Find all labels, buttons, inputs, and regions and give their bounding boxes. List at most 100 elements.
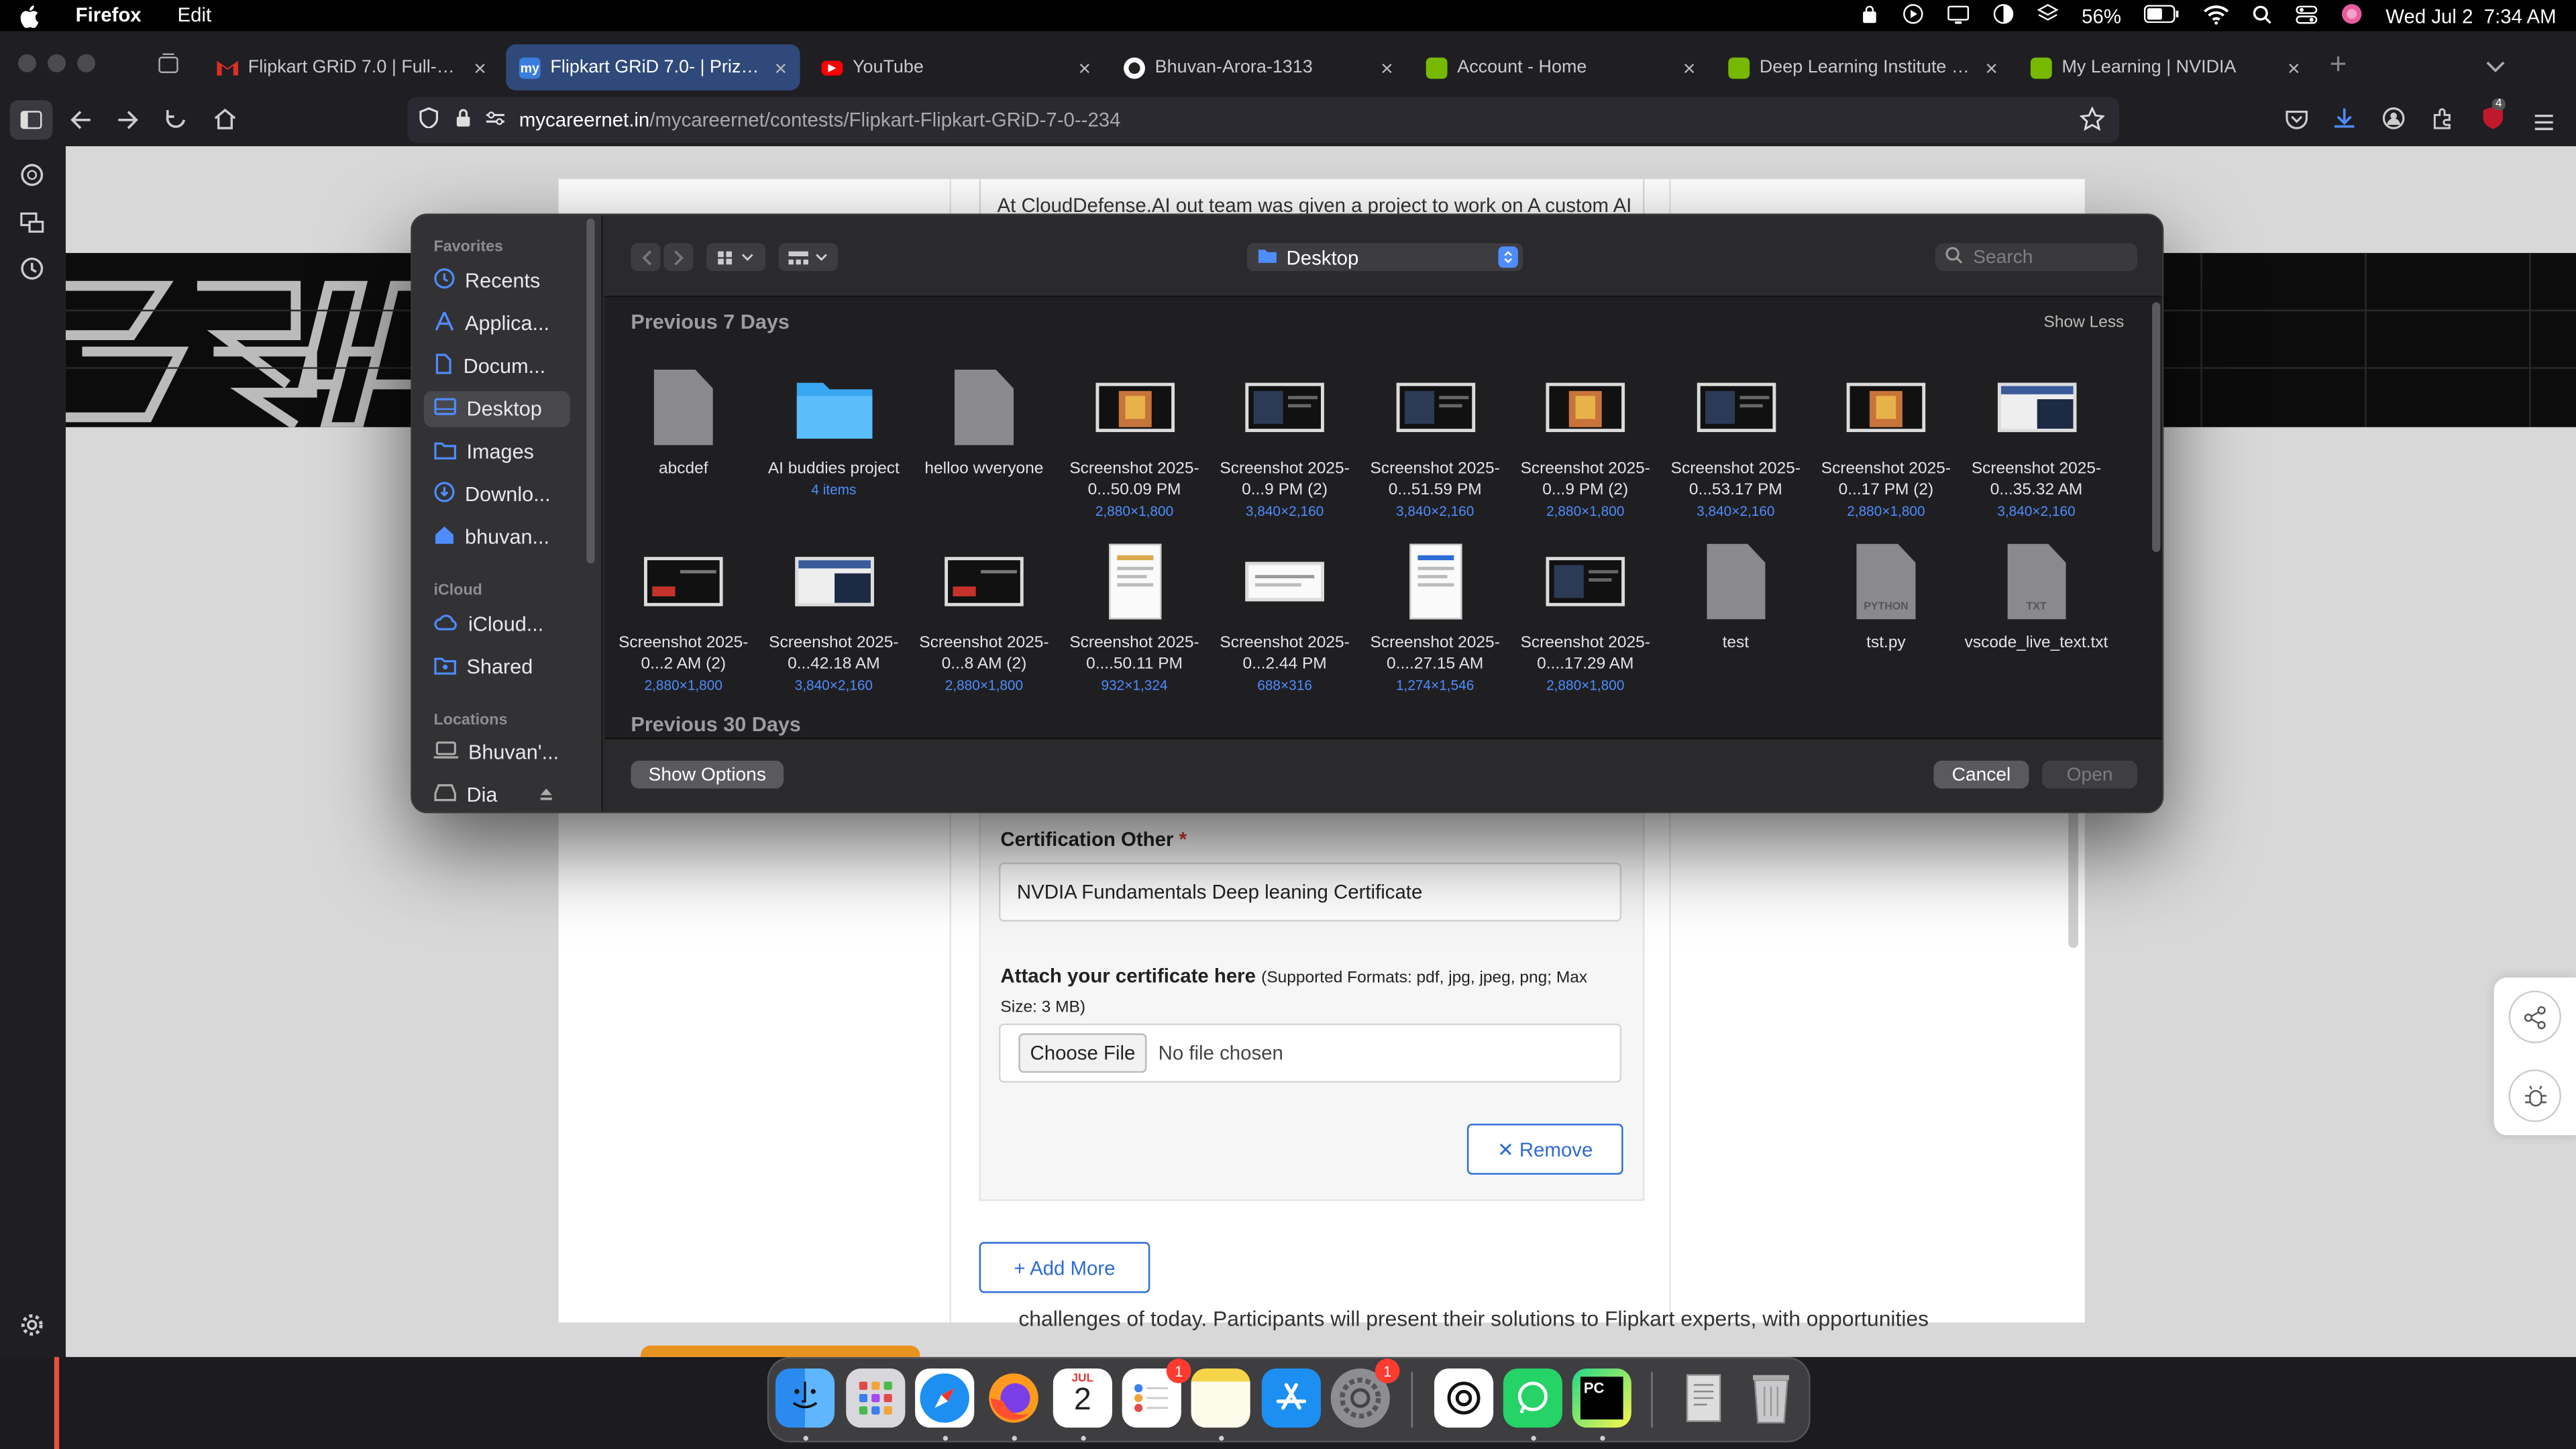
chatgpt-icon[interactable] <box>19 162 44 195</box>
url-bar[interactable]: mycareernet.in/mycareernet/contests/Flip… <box>407 97 2120 144</box>
file-scrollbar[interactable] <box>2152 302 2161 552</box>
calendar-icon[interactable]: JUL 2 <box>1053 1368 1112 1428</box>
control-center-icon[interactable] <box>2296 4 2318 29</box>
menu-icon[interactable] <box>2533 110 2555 140</box>
reminders-icon[interactable]: 1 <box>1122 1358 1191 1428</box>
sidebar-item-disk[interactable]: Dia <box>424 777 570 811</box>
play-icon[interactable] <box>1902 3 1924 30</box>
sidebar-item-home[interactable]: bhuvan... <box>424 519 570 555</box>
downloads-icon[interactable] <box>2333 107 2356 138</box>
sidebar-item-images[interactable]: Images <box>424 434 570 470</box>
reload-icon[interactable] <box>164 109 187 140</box>
view-mode-button[interactable] <box>706 243 766 272</box>
safari-icon[interactable] <box>915 1368 975 1428</box>
sidebar-item-documents[interactable]: Docum... <box>424 348 570 384</box>
display-icon[interactable] <box>1947 4 1970 29</box>
pocket-icon[interactable] <box>2286 109 2308 138</box>
search-icon[interactable] <box>2253 4 2272 29</box>
file-item[interactable]: Screenshot 2025-0...9 PM (2) 2,880×1,800 <box>1511 366 1659 539</box>
bag-icon[interactable] <box>1860 4 1880 29</box>
show-less-button[interactable]: Show Less <box>2044 314 2125 332</box>
new-tab-button[interactable]: + <box>2330 48 2347 82</box>
file-item[interactable]: test <box>1662 541 1809 713</box>
file-item[interactable]: Screenshot 2025-0...17 PM (2) 2,880×1,800 <box>1812 366 1960 539</box>
file-item[interactable]: Screenshot 2025-0....17.29 AM 2,880×1,800 <box>1511 541 1659 713</box>
home-icon[interactable] <box>213 107 236 138</box>
close-icon[interactable]: × <box>774 55 787 80</box>
file-item[interactable]: Screenshot 2025-0...42.18 AM 3,840×2,160 <box>760 541 908 713</box>
file-item[interactable]: TXT vscode_live_text.txt <box>1962 541 2110 713</box>
app-store-icon[interactable] <box>1261 1368 1321 1428</box>
firefox-icon[interactable] <box>984 1368 1043 1428</box>
zoom-window-button[interactable] <box>77 54 96 72</box>
extensions-icon[interactable] <box>2431 107 2454 138</box>
sidebar-item-shared[interactable]: Shared <box>424 649 570 685</box>
close-icon[interactable]: × <box>1381 55 1393 80</box>
file-item[interactable]: Screenshot 2025-0...53.17 PM 3,840×2,160 <box>1662 366 1809 539</box>
layers-icon[interactable] <box>2037 3 2059 30</box>
remove-button[interactable]: ✕ Remove <box>1466 1124 1623 1175</box>
file-item[interactable]: Screenshot 2025-0...51.59 PM 3,840×2,160 <box>1361 366 1509 539</box>
close-icon[interactable]: × <box>1985 55 1998 80</box>
clock-datetime[interactable]: Wed Jul 2 7:34 AM <box>2385 5 2556 28</box>
settings-gear-icon[interactable] <box>19 1313 44 1346</box>
open-button[interactable]: Open <box>2042 760 2138 789</box>
contrast-icon[interactable] <box>1993 3 2015 30</box>
show-options-button[interactable]: Show Options <box>631 760 784 789</box>
page-scrollbar[interactable] <box>2068 803 2078 949</box>
file-item[interactable]: Screenshot 2025-0...2.44 PM 688×316 <box>1211 541 1358 713</box>
location-popup[interactable]: Desktop <box>1246 243 1523 272</box>
certification-other-input[interactable]: NVDIA Fundamentals Deep leaning Certific… <box>998 862 1622 922</box>
forward-icon[interactable] <box>117 109 140 140</box>
siri-icon[interactable] <box>2341 3 2363 30</box>
apple-icon[interactable] <box>19 3 39 28</box>
notes-icon[interactable] <box>1191 1368 1250 1428</box>
synced-tabs-icon[interactable] <box>19 210 44 243</box>
tab-0[interactable]: Flipkart GRiD 7.0 | Full-Time SDE × <box>204 44 500 91</box>
file-item[interactable]: Screenshot 2025-0...50.09 PM 2,880×1,800 <box>1061 366 1208 539</box>
sidebar-item-computer[interactable]: Bhuvan'... <box>424 735 570 771</box>
back-icon[interactable] <box>69 109 92 140</box>
add-more-button[interactable]: + Add More <box>979 1242 1150 1293</box>
tab-3[interactable]: Bhuvan-Arora-1313 × <box>1111 44 1407 91</box>
forward-button[interactable] <box>663 243 694 272</box>
file-item[interactable]: AI buddies project 4 items <box>760 366 908 539</box>
file-item[interactable]: Screenshot 2025-0...35.32 AM 3,840×2,160 <box>1962 366 2110 539</box>
whatsapp-icon[interactable] <box>1503 1368 1562 1428</box>
file-item[interactable]: Screenshot 2025-0...8 AM (2) 2,880×1,800 <box>910 541 1058 713</box>
close-icon[interactable]: × <box>474 55 486 80</box>
file-item[interactable]: Screenshot 2025-0...9 PM (2) 3,840×2,160 <box>1211 366 1358 539</box>
file-item[interactable]: helloo wveryone <box>910 366 1058 539</box>
eject-icon[interactable] <box>539 784 553 806</box>
bookmark-star-icon[interactable] <box>2079 106 2106 136</box>
documents-stack-icon[interactable] <box>1674 1368 1733 1428</box>
battery-icon[interactable] <box>2144 5 2180 28</box>
history-icon[interactable] <box>19 256 44 289</box>
choose-file-button[interactable]: Choose File <box>1018 1033 1147 1073</box>
close-window-button[interactable] <box>17 54 36 72</box>
file-item[interactable]: Screenshot 2025-0...2 AM (2) 2,880×1,800 <box>610 541 757 713</box>
bug-report-icon[interactable] <box>2508 1069 2561 1122</box>
file-item[interactable]: PYTHON tst.py <box>1812 541 1960 713</box>
wifi-icon[interactable] <box>2203 4 2229 29</box>
trash-icon[interactable] <box>1741 1368 1801 1428</box>
search-field[interactable]: Search <box>1935 243 2138 272</box>
sidebar-toggle-icon[interactable] <box>9 100 53 140</box>
chatgpt-app-icon[interactable] <box>1434 1368 1494 1428</box>
app-menu[interactable]: Firefox <box>76 4 142 27</box>
share-icon[interactable] <box>2508 990 2561 1044</box>
minimize-window-button[interactable] <box>48 54 66 72</box>
file-item[interactable]: Screenshot 2025-0....27.15 AM 1,274×1,546 <box>1361 541 1509 713</box>
finder-icon[interactable] <box>775 1368 835 1428</box>
sidebar-scrollbar[interactable] <box>586 218 595 564</box>
shield-icon[interactable] <box>419 107 439 133</box>
sidebar-item-applications[interactable]: Applica... <box>424 306 570 342</box>
close-icon[interactable]: × <box>1079 55 1091 80</box>
tab-5[interactable]: Deep Learning Institute (DLI) Tr × <box>1715 44 2011 91</box>
tab-4[interactable]: Account - Home × <box>1413 44 1709 91</box>
sidebar-item-recents[interactable]: Recents <box>424 263 570 299</box>
tab-list-icon[interactable] <box>2485 52 2505 82</box>
tab-6[interactable]: My Learning | NVIDIA × <box>2017 44 2313 91</box>
cancel-button[interactable]: Cancel <box>1933 760 2029 789</box>
sidebar-item-desktop[interactable]: Desktop <box>423 390 570 427</box>
